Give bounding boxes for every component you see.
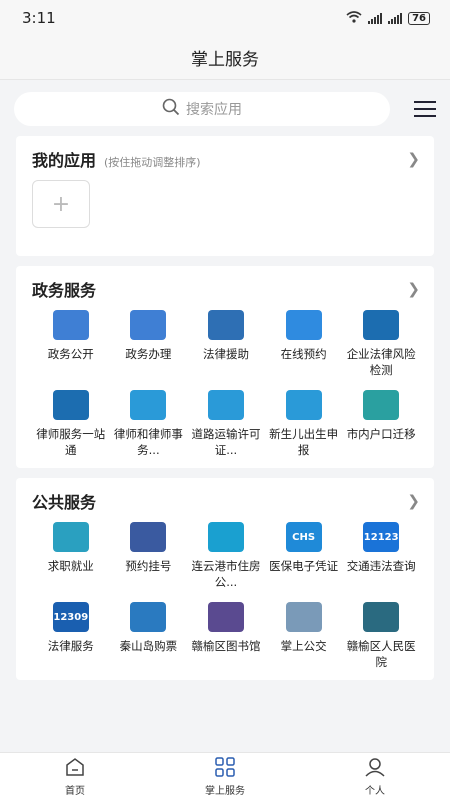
house-icon (207, 522, 244, 552)
tab-services-label: 掌上服务 (205, 785, 245, 797)
gov-services-header[interactable]: 政务服务 ❯ (32, 278, 420, 300)
my-apps-hint: (按住拖动调整排序) (104, 156, 201, 169)
service-tile[interactable]: 求职就业 (32, 522, 110, 590)
service-tile-label: 掌上公交 (280, 639, 327, 653)
service-tile-label: 秦山岛购票 (119, 639, 178, 653)
service-tile-label: 赣榆区图书馆 (191, 639, 261, 653)
service-tile[interactable]: 掌上公交 (265, 602, 343, 670)
law-12309-icon: 12309 (52, 602, 89, 632)
tab-home[interactable]: 首页 (0, 753, 150, 800)
public-services-header[interactable]: 公共服务 ❯ (32, 490, 420, 512)
service-tile-label: 交通违法查询 (346, 559, 416, 573)
search-row: 搜索应用 (0, 80, 450, 136)
service-tile-label: 企业法律风险检测 (346, 347, 416, 377)
bulb-icon (52, 390, 89, 420)
list-menu-icon[interactable] (414, 101, 436, 117)
service-tile-label: 政务办理 (125, 347, 172, 361)
service-tile[interactable]: 新生儿出生申报 (265, 390, 343, 458)
service-tile[interactable]: 预约挂号 (110, 522, 188, 590)
public-services-card: 公共服务 ❯ 求职就业 预约挂号 连云港市住房公... CHS 医保电子凭证 12123 交… (16, 478, 434, 680)
service-tile[interactable]: 赣榆区图书馆 (187, 602, 265, 670)
service-tile[interactable]: 律师服务一站通 (32, 390, 110, 458)
service-tile[interactable]: 在线预约 (265, 310, 343, 378)
service-tile[interactable]: 律师和律师事务... (110, 390, 188, 458)
briefcase-icon (52, 522, 89, 552)
service-tile[interactable]: 12123 交通违法查询 (342, 522, 420, 590)
service-tile-label: 法律服务 (47, 639, 94, 653)
chevron-right-icon[interactable]: ❯ (407, 150, 420, 168)
status-bar: 3:11 76 (0, 0, 450, 36)
building-icon (130, 390, 167, 420)
service-tile[interactable]: 连云港市住房公... (187, 522, 265, 590)
signal-icon (368, 12, 383, 24)
search-placeholder: 搜索应用 (186, 102, 242, 118)
service-tile-label: 政务公开 (47, 347, 94, 361)
service-tile-label: 律师和律师事务... (113, 427, 183, 457)
add-app-button[interactable]: + (32, 180, 90, 228)
public-services-grid: 求职就业 预约挂号 连云港市住房公... CHS 医保电子凭证 12123 交通违法查询 12… (32, 522, 420, 670)
service-tile-label: 赣榆区人民医院 (346, 639, 416, 669)
service-tile[interactable]: 企业法律风险检测 (342, 310, 420, 378)
gov-services-card: 政务服务 ❯ 政务公开 政务办理 法律援助 在线预约 企业法律风险检测律师服务一站通 律师… (16, 266, 434, 468)
service-tile[interactable]: 市内户口迁移 (342, 390, 420, 458)
search-icon (162, 98, 180, 120)
service-tile-label: 求职就业 (47, 559, 94, 573)
my-apps-title: 我的应用 (32, 151, 97, 170)
calendar-baby-icon (285, 390, 322, 420)
service-tile[interactable]: 法律援助 (187, 310, 265, 378)
bus-photo-icon (285, 602, 322, 632)
service-tile-label: 法律援助 (202, 347, 249, 361)
service-tile-label: 律师服务一站通 (36, 427, 106, 457)
gov-open-icon (52, 310, 89, 340)
ship-icon (130, 602, 167, 632)
search-input[interactable]: 搜索应用 (14, 92, 390, 126)
folder-icon (363, 390, 400, 420)
service-tile[interactable]: 赣榆区人民医院 (342, 602, 420, 670)
status-icons: 76 (346, 10, 430, 26)
page-title: 掌上服务 (0, 36, 450, 80)
person-icon (364, 757, 386, 780)
my-apps-card: 我的应用 (按住拖动调整排序) ❯ + (16, 136, 434, 256)
hospital-logo-icon (363, 602, 400, 632)
tab-me[interactable]: 个人 (300, 753, 450, 800)
library-seal-icon (207, 602, 244, 632)
service-tile-label: 连云港市住房公... (191, 559, 261, 589)
service-tile[interactable]: CHS 医保电子凭证 (265, 522, 343, 590)
grid-icon (214, 756, 236, 780)
gov-services-title: 政务服务 (32, 281, 97, 300)
my-apps-header[interactable]: 我的应用 (按住拖动调整排序) ❯ (32, 148, 420, 170)
gov-services-grid: 政务公开 政务办理 法律援助 在线预约 企业法律风险检测律师服务一站通 律师和律师事务..… (32, 310, 420, 458)
service-tile-label: 新生儿出生申报 (269, 427, 339, 457)
status-time: 3:11 (22, 9, 56, 27)
signal-icon (388, 12, 403, 24)
service-tile-label: 道路运输许可证... (191, 427, 261, 457)
traffic-12123-icon: 12123 (363, 522, 400, 552)
tab-home-label: 首页 (65, 785, 85, 797)
tab-services[interactable]: 掌上服务 (150, 753, 300, 800)
home-icon (64, 757, 86, 780)
chevron-right-icon[interactable]: ❯ (407, 492, 420, 510)
service-tile-label: 在线预约 (280, 347, 327, 361)
service-tile[interactable]: 政务公开 (32, 310, 110, 378)
service-tile-label: 市内户口迁移 (346, 427, 416, 441)
bulb-icon (363, 310, 400, 340)
service-tile[interactable]: 道路运输许可证... (187, 390, 265, 458)
service-tile[interactable]: 政务办理 (110, 310, 188, 378)
public-services-title: 公共服务 (32, 493, 97, 512)
handshake-icon (207, 310, 244, 340)
service-tile-label: 医保电子凭证 (269, 559, 339, 573)
service-tile[interactable]: 12309 法律服务 (32, 602, 110, 670)
gov-handle-icon (130, 310, 167, 340)
document-icon (207, 390, 244, 420)
hospital-seal-icon (130, 522, 167, 552)
chevron-right-icon[interactable]: ❯ (407, 280, 420, 298)
service-tile[interactable]: 秦山岛购票 (110, 602, 188, 670)
bottom-tab-bar: 首页 掌上服务 个人 (0, 752, 450, 800)
service-tile-label: 预约挂号 (125, 559, 172, 573)
battery-icon: 76 (408, 11, 430, 25)
chs-icon: CHS (285, 522, 322, 552)
wifi-icon (346, 10, 362, 26)
tab-me-label: 个人 (365, 785, 385, 797)
clock-icon (285, 310, 322, 340)
